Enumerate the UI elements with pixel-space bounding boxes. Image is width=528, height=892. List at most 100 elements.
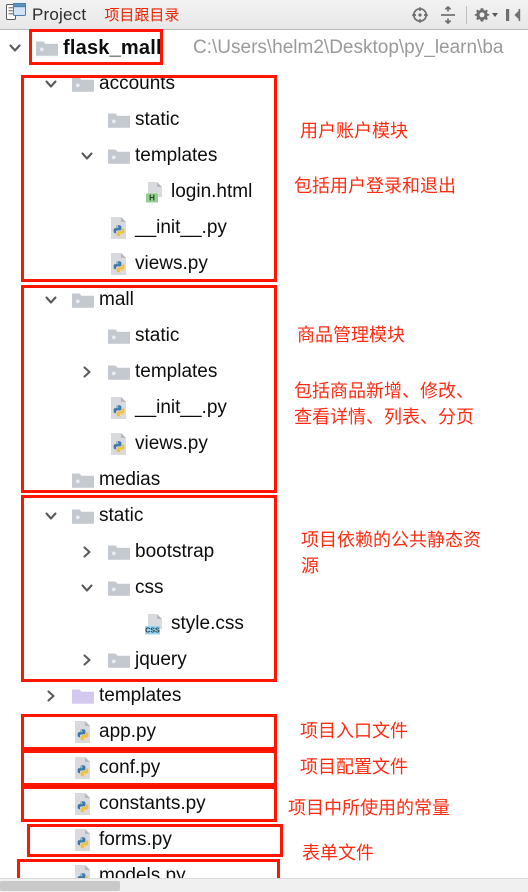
python-file-icon [70, 719, 96, 745]
svg-text:CSS: CSS [145, 628, 160, 635]
python-file-icon [70, 755, 96, 781]
tree-label: mall [99, 289, 134, 310]
project-tree[interactable]: flask_mall C:\Users\helm2\Desktop\py_lea… [0, 29, 528, 892]
note-mall-module: 商品管理模块 [297, 325, 405, 346]
tool-window-toolbar [407, 0, 526, 30]
tree-row-root[interactable]: flask_mall C:\Users\helm2\Desktop\py_lea… [0, 30, 528, 66]
scrollbar-thumb[interactable] [0, 881, 120, 891]
folder-icon [106, 143, 132, 169]
horizontal-scrollbar[interactable] [0, 878, 528, 892]
tree-label: jquery [135, 649, 187, 670]
note-static-module: 项目依赖的公共静态资 源 [301, 530, 481, 577]
tree-row[interactable]: static [0, 318, 528, 354]
tree-label: app.py [99, 721, 157, 742]
folder-icon [34, 35, 60, 61]
note-forms-file: 表单文件 [302, 843, 374, 864]
tree-row[interactable]: jquery [0, 642, 528, 678]
note-mall-detail: 包括商品新增、修改、 查看详情、列表、分页 [294, 381, 474, 428]
tree-label: static [135, 109, 180, 130]
tree-label: css [135, 577, 164, 598]
tree-label: __init__.py [135, 397, 227, 418]
python-file-icon [70, 827, 96, 853]
tree-row[interactable]: views.py [0, 426, 528, 462]
chevron-down-icon[interactable] [78, 579, 96, 597]
python-file-icon [106, 215, 132, 241]
scroll-from-source-icon[interactable] [407, 2, 433, 28]
collapse-all-icon[interactable] [435, 2, 461, 28]
tree-row[interactable]: app.py [0, 714, 528, 750]
tree-label: views.py [135, 433, 208, 454]
chevron-right-icon[interactable] [78, 651, 96, 669]
toolbar-separator [466, 6, 467, 24]
tree-label: bootstrap [135, 541, 215, 562]
tree-row[interactable]: __init__.py [0, 210, 528, 246]
chevron-right-icon[interactable] [78, 363, 96, 381]
note-conf-file: 项目配置文件 [300, 757, 408, 778]
tree-row[interactable]: mall [0, 282, 528, 318]
tree-row[interactable]: templates [0, 678, 528, 714]
project-tool-window-icon [6, 3, 26, 26]
tree-label: static [99, 505, 144, 526]
chevron-down-icon [491, 13, 498, 17]
settings-gear-icon[interactable] [472, 2, 498, 28]
note-root-dir: 项目跟目录 [104, 7, 180, 24]
folder-icon [106, 575, 132, 601]
chevron-down-icon[interactable] [42, 291, 60, 309]
hide-panel-icon[interactable] [500, 2, 526, 28]
tree-label: constants.py [99, 793, 206, 814]
python-file-icon [106, 431, 132, 457]
tree-label-root: flask_mall [63, 36, 162, 59]
tree-label: templates [99, 685, 182, 706]
folder-purple-icon [70, 683, 96, 709]
tree-label: medias [99, 469, 161, 490]
folder-icon [70, 71, 96, 97]
svg-text:H: H [149, 194, 155, 203]
chevron-down-icon[interactable] [78, 147, 96, 165]
root-path: C:\Users\helm2\Desktop\py_learn\ba [193, 37, 504, 58]
folder-icon [106, 359, 132, 385]
tree-label: login.html [171, 181, 253, 202]
tree-row[interactable]: medias [0, 462, 528, 498]
note-app-entry: 项目入口文件 [300, 721, 408, 742]
folder-icon [106, 323, 132, 349]
chevron-right-icon[interactable] [78, 543, 96, 561]
folder-icon [70, 287, 96, 313]
folder-icon [106, 107, 132, 133]
tree-row[interactable]: views.py [0, 246, 528, 282]
folder-icon [70, 467, 96, 493]
project-tool-window: Project 项目跟目录 flask_mall C:\Users\helm2\… [0, 0, 528, 892]
tree-label: style.css [171, 613, 244, 634]
python-file-icon [106, 395, 132, 421]
note-accounts-detail: 包括用户登录和退出 [294, 176, 456, 197]
html-file-icon: H [142, 179, 168, 205]
folder-icon [106, 647, 132, 673]
tree-label: templates [135, 145, 218, 166]
tree-row[interactable]: CSS style.css [0, 606, 528, 642]
tree-label: __init__.py [135, 217, 227, 238]
tree-label: conf.py [99, 757, 161, 778]
tool-window-header: Project 项目跟目录 [0, 0, 528, 30]
tree-label: views.py [135, 253, 208, 274]
note-constants-file: 项目中所使用的常量 [288, 798, 450, 819]
python-file-icon [106, 251, 132, 277]
tree-label: accounts [99, 73, 176, 94]
tree-label: forms.py [99, 829, 172, 850]
tree-label: static [135, 325, 180, 346]
folder-icon [106, 539, 132, 565]
tool-window-title-area[interactable]: Project [0, 3, 86, 26]
note-accounts-module: 用户账户模块 [300, 121, 408, 142]
css-file-icon: CSS [142, 611, 168, 637]
tree-row[interactable]: static [0, 102, 528, 138]
tree-row[interactable]: accounts [0, 66, 528, 102]
folder-icon [70, 503, 96, 529]
tree-row[interactable]: forms.py [0, 822, 528, 858]
chevron-down-icon[interactable] [42, 75, 60, 93]
chevron-down-icon[interactable] [42, 507, 60, 525]
tree-row[interactable]: templates [0, 138, 528, 174]
python-file-icon [70, 791, 96, 817]
chevron-down-icon[interactable] [6, 39, 24, 57]
tree-label: templates [135, 361, 218, 382]
tree-row[interactable]: conf.py [0, 750, 528, 786]
tool-window-title: Project [32, 4, 87, 24]
chevron-right-icon[interactable] [42, 687, 60, 705]
